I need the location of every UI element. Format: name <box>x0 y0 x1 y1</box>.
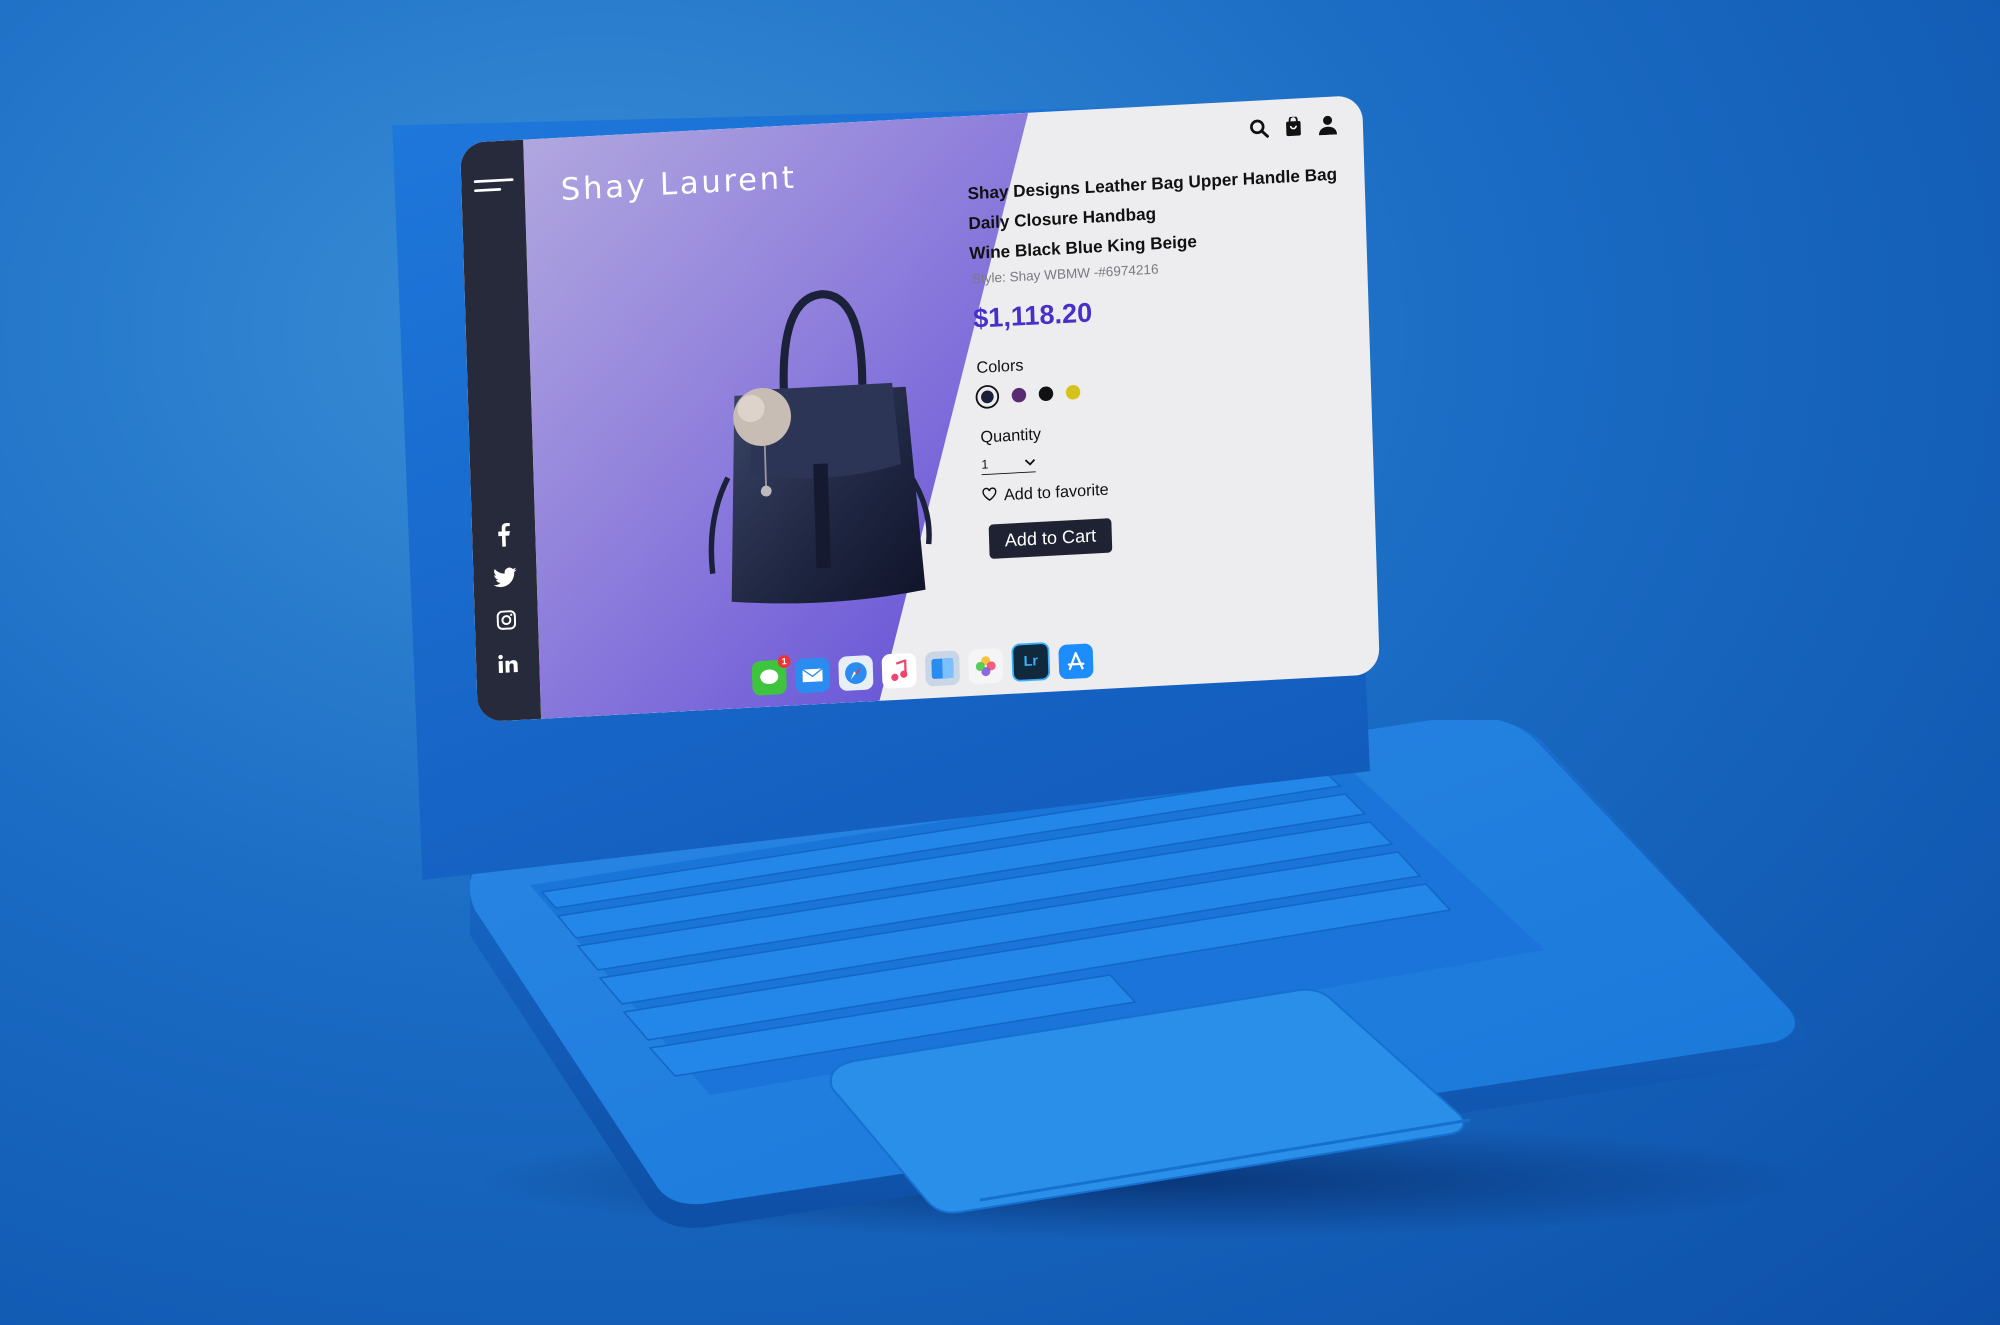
messages-app-icon[interactable]: 1 <box>751 654 791 696</box>
chevron-down-icon <box>1024 454 1036 469</box>
laptop-lid: Shay Laurent Shay Designs Leather Bag Up… <box>362 95 1380 880</box>
favorite-label: Add to favorite <box>1003 480 1109 504</box>
product-title: Shay Designs Leather Bag Upper Handle Ba… <box>967 159 1349 269</box>
app-store-icon[interactable] <box>1058 643 1094 680</box>
color-swatch-selected[interactable] <box>975 384 1000 410</box>
music-app-icon[interactable] <box>881 652 917 689</box>
product-price: $1,118.20 <box>972 297 1093 335</box>
quantity-value: 1 <box>981 456 989 472</box>
linkedin-icon[interactable] <box>492 647 524 679</box>
photos-app-icon[interactable] <box>968 648 1004 685</box>
screen: Shay Laurent Shay Designs Leather Bag Up… <box>460 95 1380 723</box>
quantity-select[interactable]: 1 <box>981 451 1036 476</box>
color-swatch[interactable] <box>1038 386 1054 402</box>
product-image <box>708 290 932 604</box>
color-swatch[interactable] <box>1011 387 1027 403</box>
colors-label: Colors <box>976 355 1024 377</box>
mail-app-icon[interactable] <box>794 657 831 694</box>
add-to-favorite[interactable]: Add to favorite <box>982 480 1109 506</box>
lightroom-app-icon[interactable]: Lr <box>1011 641 1051 682</box>
lightroom-label: Lr <box>1023 653 1039 670</box>
finder-app-icon[interactable] <box>924 650 961 687</box>
instagram-icon[interactable] <box>491 604 523 636</box>
scene: Shay Laurent Shay Designs Leather Bag Up… <box>0 0 2000 1325</box>
user-icon[interactable] <box>1316 113 1340 138</box>
swatch-dot <box>980 390 994 404</box>
safari-app-icon[interactable] <box>838 654 874 692</box>
menu-icon[interactable] <box>473 178 514 200</box>
search-icon[interactable] <box>1247 116 1271 141</box>
color-swatches <box>975 380 1081 410</box>
messages-badge: 1 <box>777 654 791 669</box>
header-icons <box>1247 113 1340 141</box>
shopping-bag-icon[interactable] <box>1281 114 1305 139</box>
facebook-icon[interactable] <box>488 519 520 551</box>
heart-icon <box>982 486 997 506</box>
twitter-icon[interactable] <box>489 561 521 593</box>
color-swatch[interactable] <box>1065 384 1081 400</box>
quantity-label: Quantity <box>980 424 1042 447</box>
add-to-cart-button[interactable]: Add to Cart <box>988 518 1113 559</box>
